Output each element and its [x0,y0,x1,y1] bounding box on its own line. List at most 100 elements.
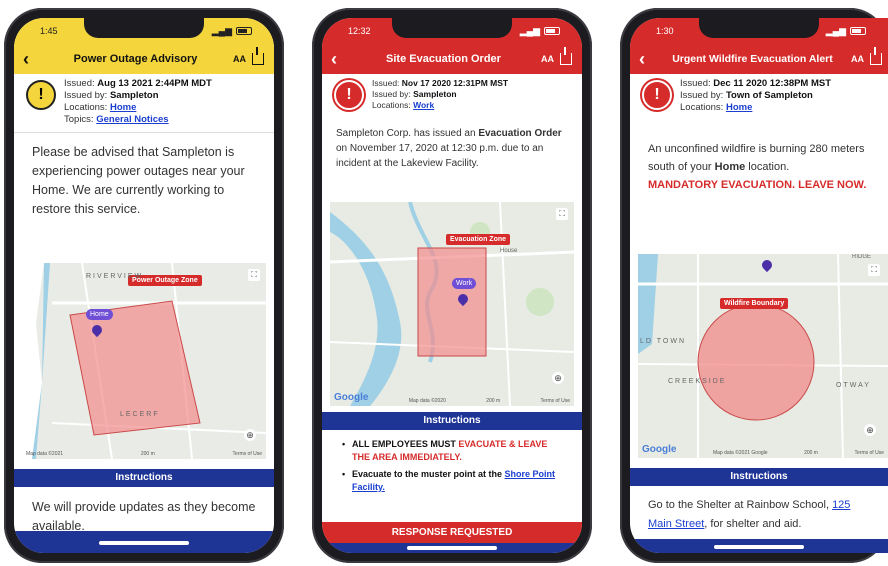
map[interactable]: Evacuation Zone House Work ⛶ ⊕ Google Ma… [330,202,574,406]
instruction-text-2: , for shelter and aid. [704,518,802,530]
instruction-text: ALL EMPLOYEES MUST [352,439,459,449]
issued-value: Aug 13 2021 2:44PM MDT [97,78,212,89]
map-label-ridge: RIDGE [852,254,872,260]
pin-label: Home [86,309,113,320]
home-indicator[interactable] [714,545,804,549]
instruction-text: Evacuate to the muster point at the [352,469,505,479]
notch [699,18,819,38]
home-indicator[interactable] [99,541,189,545]
locate-icon[interactable]: ⊕ [552,372,564,384]
bottom-bar [630,539,888,553]
map-label-old-town: LD TOWN [640,338,687,345]
alert-body: Please be advised that Sampleton is expe… [14,132,274,229]
signal-icons: ▂▄▆ [826,26,866,37]
body-text-2: location. [745,161,790,173]
map[interactable]: Power Outage Zone RIVERVIEW LECERF Home … [22,263,266,459]
fullscreen-icon[interactable]: ⛶ [556,208,568,220]
alert-title: Site Evacuation Order [386,53,501,65]
title-bar: ‹ Power Outage Advisory AA [14,44,274,74]
notch [392,18,512,38]
alert-meta: ! Issued: Aug 13 2021 2:44PM MDT Issued … [14,74,274,130]
back-chevron-icon[interactable]: ‹ [322,50,346,68]
map-attribution: Map data ©2021 [26,451,64,457]
map-terms-link[interactable]: Terms of Use [541,398,570,404]
body-text-2: on November 17, 2020 at 12:30 p.m. due t… [336,143,544,169]
google-logo: Google [642,444,677,455]
topic-link[interactable]: General Notices [96,114,168,125]
battery-icon [236,27,252,35]
status-time: 12:32 [348,26,371,36]
notch [84,18,204,38]
instruction-item: • ALL EMPLOYEES MUST EVACUATE & LEAVE THE… [342,439,548,462]
map-graphic [638,254,888,458]
issuedby-label: Issued by: [680,90,724,101]
locate-icon[interactable]: ⊕ [244,429,256,441]
share-icon[interactable] [560,47,572,65]
google-logo: Google [334,392,369,403]
status-time: 1:30 [656,26,674,36]
location-link-home[interactable]: Home [110,102,136,113]
topics-label: Topics: [64,114,94,125]
status-time: 1:45 [40,26,58,36]
instructions-text: Go to the Shelter at Rainbow School, 125… [630,490,888,540]
location-link-home[interactable]: Home [726,102,752,113]
map-label-lecerf: LECERF [120,411,160,418]
alert-meta: ! Issued: Dec 11 2020 12:38PM MST Issued… [630,74,888,118]
instruction-text-1: Go to the Shelter at Rainbow School, [648,499,833,511]
share-icon[interactable] [870,47,882,65]
map-footer: Google Map data ©2021 Google 200 m Terms… [642,444,884,456]
map-footer: Map data ©2021 200 m Terms of Use [26,451,262,457]
alert-title: Power Outage Advisory [73,53,198,65]
battery-icon [544,27,560,35]
body-emphasis: Evacuation Order [478,128,562,139]
fullscreen-icon[interactable]: ⛶ [868,264,880,276]
issuedby-value: Town of Sampleton [725,90,813,101]
mandatory-evacuation-text: MANDATORY EVACUATION. LEAVE NOW. [648,179,867,191]
map-scale: 200 m [140,451,155,457]
alert-title: Urgent Wildfire Evacuation Alert [672,53,833,65]
phone-power-outage: 1:45 ▂▄▆ ‹ Power Outage Advisory AA ! Is… [4,8,284,563]
instruction-item: • Evacuate to the muster point at the Sho… [342,469,556,492]
map-label-otway: OTWAY [836,382,871,389]
issued-label: Issued: [372,78,400,88]
instructions-header: Instructions [322,412,582,430]
body-emphasis: Home [714,161,746,173]
home-indicator[interactable] [407,546,497,550]
issuedby-label: Issued by: [372,89,411,99]
map-label-creekside: CREEKSIDE [668,378,727,385]
map-attribution: Map data ©2021 Google [712,450,768,456]
fullscreen-icon[interactable]: ⛶ [248,269,260,281]
text-size-button[interactable]: AA [233,54,246,64]
locations-label: Locations: [64,102,108,113]
locate-icon[interactable]: ⊕ [864,424,876,436]
title-bar: ‹ Urgent Wildfire Evacuation Alert AA [630,44,888,74]
issuedby-value: Sampleton [413,89,457,99]
screen: 1:30 ▂▄▆ ‹ Urgent Wildfire Evacuation Al… [630,18,888,553]
alert-body: Sampleton Corp. has issued an Evacuation… [322,118,582,179]
issued-value: Dec 11 2020 12:38PM MST [713,78,832,89]
map-graphic [22,263,266,459]
map-attribution: Map data ©2020 [408,398,446,404]
text-size-button[interactable]: AA [541,54,554,64]
alert-icon: ! [642,80,672,110]
issuedby-label: Issued by: [64,90,108,101]
pin-label: Work [452,278,477,289]
back-chevron-icon[interactable]: ‹ [630,50,654,68]
locations-label: Locations: [680,102,724,113]
alert-icon: ! [334,80,364,110]
text-size-button[interactable]: AA [851,54,864,64]
location-link-work[interactable]: Work [413,100,434,110]
map[interactable]: Wildfire Boundary LD TOWN CREEKSIDE OTWA… [638,254,888,458]
map-label-house: House [500,248,518,254]
map-scale: 200 m [804,450,818,456]
map-terms-link[interactable]: Terms of Use [233,451,262,457]
share-icon[interactable] [252,47,264,65]
response-requested-button[interactable]: RESPONSE REQUESTED [322,522,582,544]
map-terms-link[interactable]: Terms of Use [855,450,884,456]
alert-meta: ! Issued: Nov 17 2020 12:31PM MST Issued… [322,74,582,115]
zone-label: Evacuation Zone [446,234,511,245]
bottom-bar [322,543,582,553]
title-bar: ‹ Site Evacuation Order AA [322,44,582,74]
alert-body: An unconfined wildfire is burning 280 me… [630,132,888,202]
back-chevron-icon[interactable]: ‹ [14,50,38,68]
